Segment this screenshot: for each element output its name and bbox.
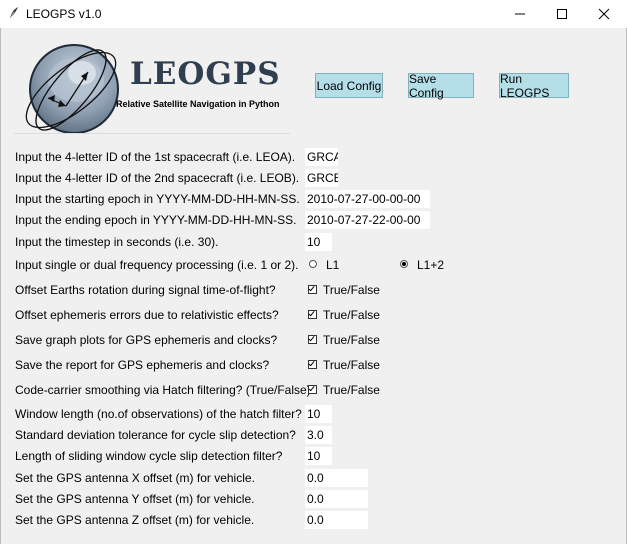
close-icon [598,8,610,20]
timestep-input[interactable] [305,233,332,251]
frequency-label: Input single or dual frequency processin… [15,258,299,272]
hatch-filter-label: Code-carrier smoothing via Hatch filteri… [15,383,311,397]
maximize-icon [557,9,567,19]
antenna-y-input[interactable] [305,490,368,508]
checkbox-checked-icon [308,310,317,319]
logo-subtitle: Relative Satellite Navigation in Python [116,99,280,109]
leob-id-input[interactable] [305,169,338,187]
cycle-slip-sigma-input[interactable] [305,426,332,444]
checkbox-checked-icon [308,360,317,369]
save-report-label: Save the report for GPS ephemeris and cl… [15,358,270,372]
graph-plots-option: True/False [323,333,380,347]
hatch-window-input[interactable] [305,405,332,423]
earth-rotation-label: Offset Earths rotation during signal tim… [15,283,276,297]
graph-plots-label: Save graph plots for GPS ephemeris and c… [15,333,278,347]
relativistic-label: Offset ephemeris errors due to relativis… [15,308,279,322]
leoa-id-input[interactable] [305,148,338,166]
close-button[interactable] [581,0,627,28]
antenna-z-input[interactable] [305,511,368,529]
earth-rotation-option: True/False [323,283,380,297]
frequency-l1-radio[interactable]: L1 [309,258,339,272]
window-title: LEOGPS v1.0 [26,7,102,21]
relativistic-option: True/False [323,308,380,322]
hatch-filter-option: True/False [323,383,380,397]
antenna-z-label: Set the GPS antenna Z offset (m) for veh… [15,513,255,527]
cycle-slip-window-label: Length of sliding window cycle slip dete… [15,449,283,463]
leoa-id-label: Input the 4-letter ID of the 1st spacecr… [15,150,296,164]
feather-icon [8,6,20,20]
graph-plots-checkbox[interactable]: True/False [308,333,380,347]
run-leogps-button[interactable]: Run LEOGPS [499,72,569,100]
start-epoch-label: Input the starting epoch in YYYY-MM-DD-H… [15,192,300,206]
earth-rotation-checkbox[interactable]: True/False [308,283,380,297]
minimize-icon [515,13,525,15]
frequency-l12-label: L1+2 [417,258,445,272]
end-epoch-label: Input the ending epoch in YYYY-MM-DD-HH-… [15,213,297,227]
satellite-orbit-logo [25,44,119,134]
radio-off-icon [309,260,317,268]
save-config-button[interactable]: Save Config [408,72,474,100]
frequency-l1-label: L1 [326,258,340,272]
leob-id-label: Input the 4-letter ID of the 2nd spacecr… [15,171,300,185]
antenna-x-label: Set the GPS antenna X offset (m) for veh… [15,471,255,485]
checkbox-checked-icon [308,385,317,394]
hatch-filter-checkbox[interactable]: True/False [308,383,380,397]
minimize-button[interactable] [497,0,543,28]
maximize-button[interactable] [539,0,585,28]
timestep-label: Input the timestep in seconds (i.e. 30). [15,235,219,249]
title-bar: LEOGPS v1.0 [0,0,627,28]
checkbox-checked-icon [308,335,317,344]
hatch-window-label: Window length (no.of observations) of th… [15,407,302,421]
antenna-y-label: Set the GPS antenna Y offset (m) for veh… [15,492,255,506]
start-epoch-input[interactable] [305,190,430,208]
save-report-option: True/False [323,358,380,372]
save-report-checkbox[interactable]: True/False [308,358,380,372]
logo-divider [14,133,290,134]
cycle-slip-window-input[interactable] [305,447,332,465]
logo-wordmark: LEOGPS [130,56,281,92]
antenna-x-input[interactable] [305,469,368,487]
frequency-l12-radio[interactable]: L1+2 [400,258,444,272]
load-config-button[interactable]: Load Config [315,73,383,98]
radio-on-icon [400,260,408,268]
relativistic-checkbox[interactable]: True/False [308,308,380,322]
cycle-slip-sigma-label: Standard deviation tolerance for cycle s… [15,428,296,442]
checkbox-checked-icon [308,285,317,294]
end-epoch-input[interactable] [305,211,430,229]
